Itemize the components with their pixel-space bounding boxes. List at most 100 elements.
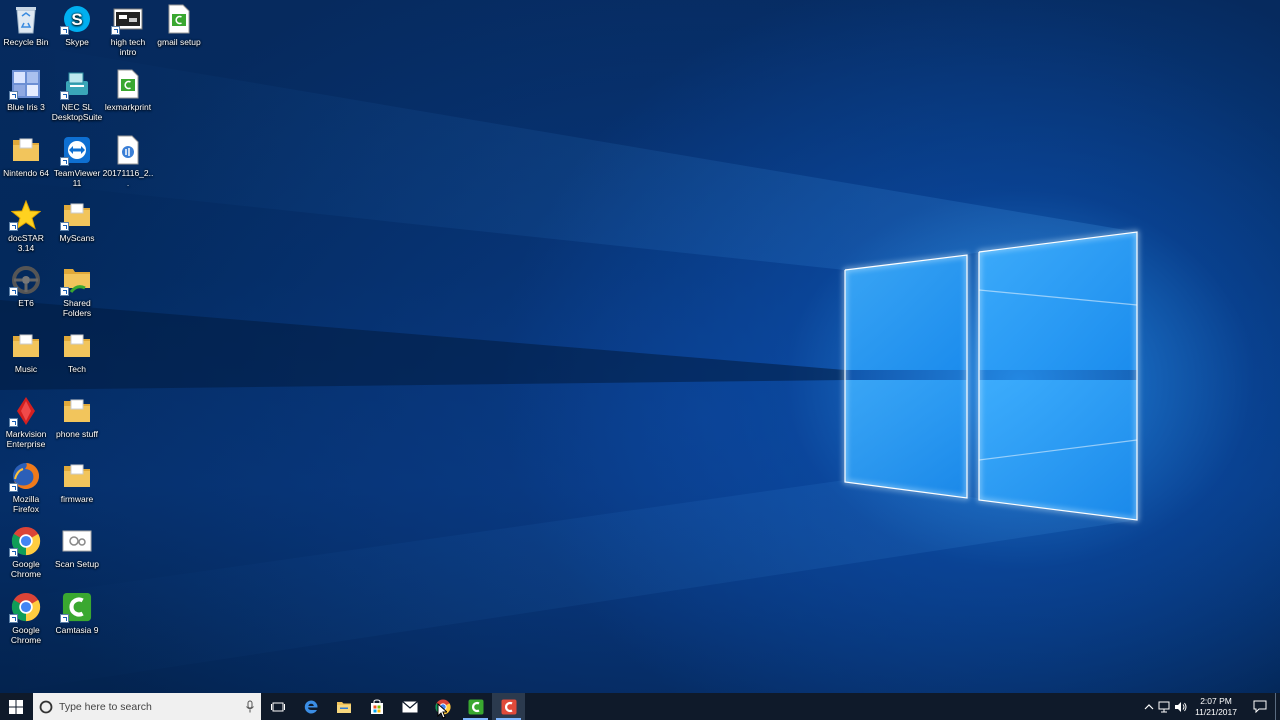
desktop-icon-nintendo-64[interactable]: Nintendo 64 xyxy=(0,131,52,178)
file-explorer-taskbar-button[interactable] xyxy=(327,693,360,720)
task-view-button[interactable] xyxy=(261,693,294,720)
windows-logo-light xyxy=(0,40,1138,693)
video-file-icon xyxy=(111,4,143,35)
blue-iris-icon xyxy=(9,69,41,101)
taskbar-clock[interactable]: 2:07 PM 11/21/2017 xyxy=(1195,696,1237,718)
skype-icon: S xyxy=(60,4,92,35)
desktop-icon-label: Shared Folders xyxy=(62,298,92,319)
microphone-icon[interactable] xyxy=(245,700,255,714)
desktop-icon-phone-stuff[interactable]: phone stuff xyxy=(51,392,103,439)
mouse-cursor-icon xyxy=(437,703,447,719)
shortcut-arrow-icon xyxy=(60,613,69,623)
desktop-icon-markvision-enterprise[interactable]: Markvision Enterprise xyxy=(0,392,52,449)
desktop-icon-et6[interactable]: ET6 xyxy=(0,261,52,308)
folder-icon xyxy=(60,200,92,231)
store-icon xyxy=(370,698,383,714)
desktop-icon-camtasia-9[interactable]: Camtasia 9 xyxy=(51,588,103,635)
camtasia-recorder-taskbar-button[interactable] xyxy=(492,693,525,720)
file-explorer-icon xyxy=(336,701,351,713)
show-hidden-icons-button[interactable] xyxy=(1141,693,1157,720)
desktop-icon-label: TeamViewer 11 xyxy=(53,167,101,188)
taskbar-search-box[interactable]: Type here to search xyxy=(33,693,261,720)
desktop-icon-label: MyScans xyxy=(59,232,95,243)
desktop-wallpaper xyxy=(0,0,1280,693)
shortcut-arrow-icon xyxy=(9,613,18,623)
firefox-icon xyxy=(9,461,41,493)
shortcut-arrow-icon xyxy=(9,417,18,427)
desktop-icon-tech[interactable]: Tech xyxy=(51,327,103,374)
desktop-icon-label: Camtasia 9 xyxy=(55,624,99,635)
shortcut-arrow-icon xyxy=(111,26,120,35)
desktop-icon-docstar-3-14[interactable]: docSTAR 3.14 xyxy=(0,196,52,253)
show-desktop-button[interactable] xyxy=(1275,693,1280,720)
shortcut-arrow-icon xyxy=(9,548,18,558)
desktop-icon-firmware[interactable]: firmware xyxy=(51,457,103,504)
desktop-icon-label: firmware xyxy=(60,494,94,505)
desktop-icon-mozilla-firefox[interactable]: Mozilla Firefox xyxy=(0,457,52,514)
task-view-icon xyxy=(270,702,285,711)
shared-folder-icon xyxy=(60,265,92,297)
edge-icon xyxy=(304,700,318,713)
desktop-icon-shared-folders[interactable]: Shared Folders xyxy=(51,261,103,318)
steering-wheel-icon xyxy=(9,265,41,297)
chrome-icon xyxy=(9,592,41,623)
mail-taskbar-button[interactable] xyxy=(393,693,426,720)
camtasia-taskbar-button[interactable] xyxy=(459,693,492,720)
scan-setup-icon xyxy=(62,526,92,556)
folder-icon xyxy=(62,331,92,361)
start-button[interactable] xyxy=(0,693,32,720)
store-taskbar-button[interactable] xyxy=(360,693,393,720)
edge-taskbar-button[interactable] xyxy=(294,693,327,720)
desktop-icon-scan-setup[interactable]: Scan Setup xyxy=(51,522,103,569)
audio-file-icon xyxy=(113,135,143,165)
desktop-icon-label: Recycle Bin xyxy=(3,37,49,47)
camtasia-icon xyxy=(468,699,483,714)
desktop-icon-label: 20171116_2... xyxy=(102,167,154,188)
shortcut-arrow-icon xyxy=(9,91,18,101)
desktop-icon-label: Google Chrome xyxy=(10,624,42,645)
desktop-icon-label: Scan Setup xyxy=(55,559,99,570)
network-tray-button[interactable] xyxy=(1157,693,1173,720)
shortcut-arrow-icon xyxy=(60,287,69,297)
desktop-icon-label: Tech xyxy=(68,363,86,374)
desktop-icon-lexmarkprint[interactable]: lexmarkprint xyxy=(102,65,154,112)
folder-icon xyxy=(11,135,41,165)
clock-time: 2:07 PM xyxy=(1200,695,1232,706)
desktop-icon-google-chrome[interactable]: Google Chrome xyxy=(0,588,52,645)
folder-icon xyxy=(62,461,92,491)
chrome-icon xyxy=(9,526,41,558)
desktop-icon-label: Google Chrome xyxy=(10,559,42,580)
shortcut-arrow-icon xyxy=(9,221,18,231)
camtasia-project-icon xyxy=(164,4,194,34)
desktop-icon-label: Skype xyxy=(65,37,89,47)
shortcut-arrow-icon xyxy=(60,221,69,231)
svg-text:S: S xyxy=(71,10,82,29)
desktop-icon-nec-sl-desktopsuite[interactable]: NEC SL DesktopSuite xyxy=(51,65,103,122)
desktop-icon-high-tech-intro[interactable]: high tech intro xyxy=(102,0,154,57)
system-tray: 2:07 PM 11/21/2017 xyxy=(1141,693,1280,720)
desktop-icon-skype[interactable]: S Skype xyxy=(51,0,103,47)
desktop-icon-20171116-2[interactable]: 20171116_2... xyxy=(102,131,154,188)
folder-icon xyxy=(11,331,41,361)
cortana-circle-icon xyxy=(39,700,53,713)
shortcut-arrow-icon xyxy=(60,156,69,166)
shortcut-arrow-icon xyxy=(60,91,69,101)
desktop-icon-recycle-bin[interactable]: Recycle Bin xyxy=(0,0,52,47)
shortcut-arrow-icon xyxy=(60,26,69,35)
desktop-icon-music[interactable]: Music xyxy=(0,327,52,374)
teamviewer-icon xyxy=(60,135,92,166)
desktop-icon-label: NEC SL DesktopSuite xyxy=(51,102,103,123)
desktop-icon-myscans[interactable]: MyScans xyxy=(51,196,103,243)
desktop-icon-google-chrome[interactable]: Google Chrome xyxy=(0,522,52,579)
taskbar: Type here to search 2:07 PM 11/21/2017 xyxy=(0,693,1280,720)
notification-icon xyxy=(1253,700,1267,713)
desktop-icon-gmail-setup[interactable]: gmail setup xyxy=(153,0,205,47)
desktop-icon-label: phone stuff xyxy=(56,428,98,439)
desktop-icon-teamviewer-11[interactable]: TeamViewer 11 xyxy=(51,131,103,188)
desktop-icon-label: ET6 xyxy=(18,298,34,309)
recycle-bin-icon xyxy=(11,4,41,34)
action-center-button[interactable] xyxy=(1245,693,1275,720)
desktop-icon-blue-iris-3[interactable]: Blue Iris 3 xyxy=(0,65,52,112)
camtasia-recorder-icon xyxy=(501,699,516,714)
volume-tray-button[interactable] xyxy=(1173,693,1189,720)
